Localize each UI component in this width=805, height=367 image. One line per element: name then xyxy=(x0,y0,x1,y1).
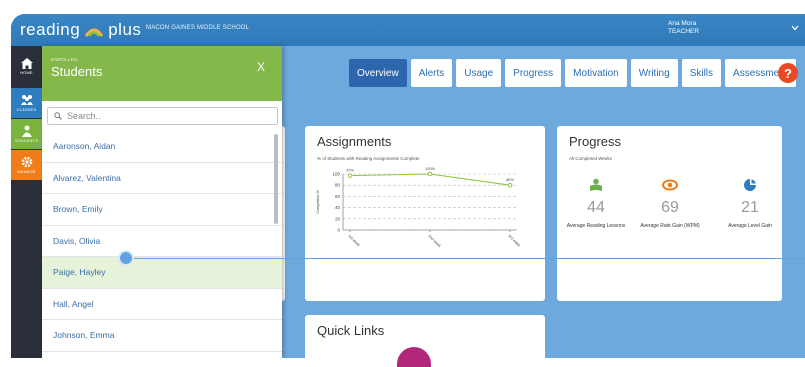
search-placeholder: Search.. xyxy=(67,111,101,121)
reader-icon xyxy=(590,178,602,191)
y-tick-label: 40 xyxy=(335,205,341,210)
rail-item-classes[interactable]: CLASSES xyxy=(11,88,42,118)
stat-reading-lessons: 44 Average Reading Lessons xyxy=(561,178,631,229)
stat-value: 69 xyxy=(661,199,679,216)
y-tick-label: 60 xyxy=(335,194,341,199)
eye-icon xyxy=(662,179,678,191)
student-list-item[interactable]: Alvarez, Valentina xyxy=(42,163,282,194)
assignments-title: Assignments xyxy=(317,134,392,149)
data-point xyxy=(507,182,513,188)
student-icon xyxy=(21,125,32,137)
enrolled-label: ENROLLED xyxy=(51,57,78,62)
chevron-down-icon[interactable] xyxy=(790,23,800,33)
assignments-subtitle: % of Students with Reading Assignments C… xyxy=(317,156,420,161)
logo-text-plus: plus xyxy=(108,20,142,39)
scrollbar[interactable] xyxy=(274,134,278,224)
y-tick-label: 100 xyxy=(332,172,340,177)
y-tick-label: 80 xyxy=(335,183,341,188)
assignments-chart: 100 80 60 40 20 0 Completion % 97% 1st week 100% 2… xyxy=(316,167,521,248)
top-bar: reading plus MACON GAINES MIDDLE SCHOOL … xyxy=(11,14,805,46)
progress-card: Progress All Completed Weeks 44 Average … xyxy=(557,126,782,301)
stat-value: 21 xyxy=(741,199,759,216)
tab-progress[interactable]: Progress xyxy=(505,59,562,87)
home-icon xyxy=(20,57,33,69)
tab-skills[interactable]: Skills xyxy=(681,59,722,87)
app-logo[interactable]: reading plus xyxy=(20,20,141,40)
progress-subtitle: All Completed Weeks xyxy=(569,156,612,161)
x-tick-label: 3rd week xyxy=(507,234,521,248)
rail-item-home[interactable]: HOME xyxy=(11,51,42,81)
tab-writing[interactable]: Writing xyxy=(630,59,678,87)
student-list-item[interactable]: Aaronson, Aidan xyxy=(42,131,282,163)
x-tick-label: 2nd week xyxy=(427,234,441,248)
student-list-item[interactable]: Paige, Hayley xyxy=(42,257,282,289)
side-rail: HOME CLASSES STUDENTS MANAGE xyxy=(11,46,42,358)
rail-label-classes: CLASSES xyxy=(16,107,37,112)
user-role: TEACHER xyxy=(668,28,700,35)
classes-icon xyxy=(20,95,33,105)
dashboard-tabs: Overview Alerts Usage Progress Motivatio… xyxy=(349,59,800,87)
logo-text-reading: reading xyxy=(20,20,81,39)
rail-label-students: STUDENTS xyxy=(14,138,39,143)
stat-value: 44 xyxy=(587,199,605,216)
help-button[interactable]: ? xyxy=(778,63,798,83)
data-label: 97% xyxy=(346,169,354,173)
stat-level-gain: 21 Average Level Gain xyxy=(715,178,785,229)
stat-label: Average Rate Gain (WPM) xyxy=(640,223,700,229)
tab-alerts[interactable]: Alerts xyxy=(410,59,453,87)
students-panel-header: ENROLLED Students X xyxy=(42,46,282,101)
y-tick-label: 20 xyxy=(335,216,341,221)
rail-label-home: HOME xyxy=(20,69,33,75)
data-point xyxy=(427,171,433,177)
user-info[interactable]: Ana Mora TEACHER xyxy=(668,20,699,36)
y-tick-label: 0 xyxy=(337,228,340,233)
student-list-item[interactable]: Brown, Emily xyxy=(42,194,282,226)
rail-label-manage: MANAGE xyxy=(17,169,36,174)
school-name: MACON GAINES MIDDLE SCHOOL xyxy=(146,25,250,31)
assignments-card: Assignments % of Students with Reading A… xyxy=(305,126,545,301)
student-list-item[interactable]: Jones, Sophia xyxy=(42,352,282,359)
level-icon xyxy=(744,179,756,191)
stat-label: Average Reading Lessons xyxy=(566,223,626,229)
progress-title: Progress xyxy=(569,134,622,149)
students-panel-title: Students xyxy=(51,64,103,79)
logo-mark-icon xyxy=(84,28,104,37)
y-axis-label: Completion % xyxy=(316,190,320,214)
user-name: Ana Mora xyxy=(668,20,697,27)
pointer-dot xyxy=(118,250,134,266)
pointer-line xyxy=(134,257,805,259)
student-list-item[interactable]: Davis, Olivia xyxy=(42,226,282,257)
tab-motivation[interactable]: Motivation xyxy=(565,59,627,87)
stat-rate-gain: 69 Average Rate Gain (WPM) xyxy=(635,178,705,229)
gear-icon xyxy=(21,156,32,168)
rail-item-manage[interactable]: MANAGE xyxy=(11,150,42,180)
close-icon[interactable]: X xyxy=(257,60,265,74)
tab-overview[interactable]: Overview xyxy=(349,59,407,87)
students-panel: ENROLLED Students X Search.. Aaronson, A… xyxy=(42,46,282,358)
student-list-item[interactable]: Hall, Angel xyxy=(42,289,282,320)
student-list: Aaronson, Aidan Alvarez, Valentina Brown, … xyxy=(42,131,282,358)
student-list-item[interactable]: Johnson, Emma xyxy=(42,320,282,352)
stat-label: Average Level Gain xyxy=(728,223,772,229)
rail-item-students[interactable]: STUDENTS xyxy=(11,119,42,149)
data-point xyxy=(347,173,353,178)
quick-links-title: Quick Links xyxy=(317,323,385,338)
student-search-input[interactable]: Search.. xyxy=(47,107,278,125)
search-icon xyxy=(54,112,62,120)
x-tick-label: 1st week xyxy=(347,234,360,247)
data-label: 80% xyxy=(506,178,514,182)
data-label: 100% xyxy=(425,167,435,171)
app-window: reading plus MACON GAINES MIDDLE SCHOOL … xyxy=(11,14,805,358)
tab-usage[interactable]: Usage xyxy=(456,59,502,87)
